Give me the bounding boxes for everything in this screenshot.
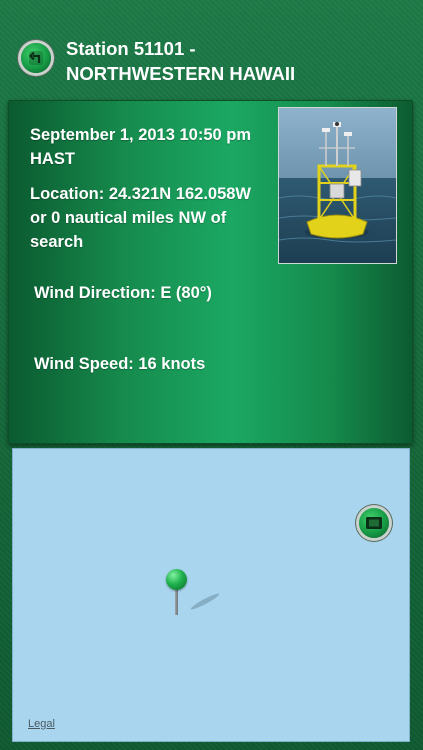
pin-shadow	[189, 591, 221, 612]
station-title-line1: Station 51101 -	[66, 38, 196, 59]
map-pin-needle	[175, 589, 178, 615]
station-info-panel: September 1, 2013 10:50 pm HAST Location…	[8, 100, 413, 444]
map-view[interactable]: Legal	[12, 448, 410, 742]
legal-link[interactable]: Legal	[28, 718, 55, 730]
map-mode-icon	[366, 517, 382, 529]
buoy-photo	[278, 107, 397, 264]
wind-direction: Wind Direction: E (80°)	[34, 284, 212, 302]
buoy-image	[279, 108, 396, 263]
map-mode-button[interactable]	[359, 508, 389, 538]
observation-datetime: September 1, 2013 10:50 pm HAST	[30, 126, 252, 168]
back-button[interactable]	[21, 43, 51, 73]
station-location: Location: 24.321N 162.058W or 0 nautical…	[30, 185, 252, 251]
wind-speed: Wind Speed: 16 knots	[34, 355, 206, 373]
map-pin-icon[interactable]	[166, 569, 187, 590]
header-bar: Station 51101 - NORTHWESTERN HAWAII	[0, 0, 423, 98]
station-title: Station 51101 - NORTHWESTERN HAWAII	[66, 36, 406, 86]
station-title-line2: NORTHWESTERN HAWAII	[66, 63, 296, 84]
back-arrow-icon	[28, 51, 43, 65]
